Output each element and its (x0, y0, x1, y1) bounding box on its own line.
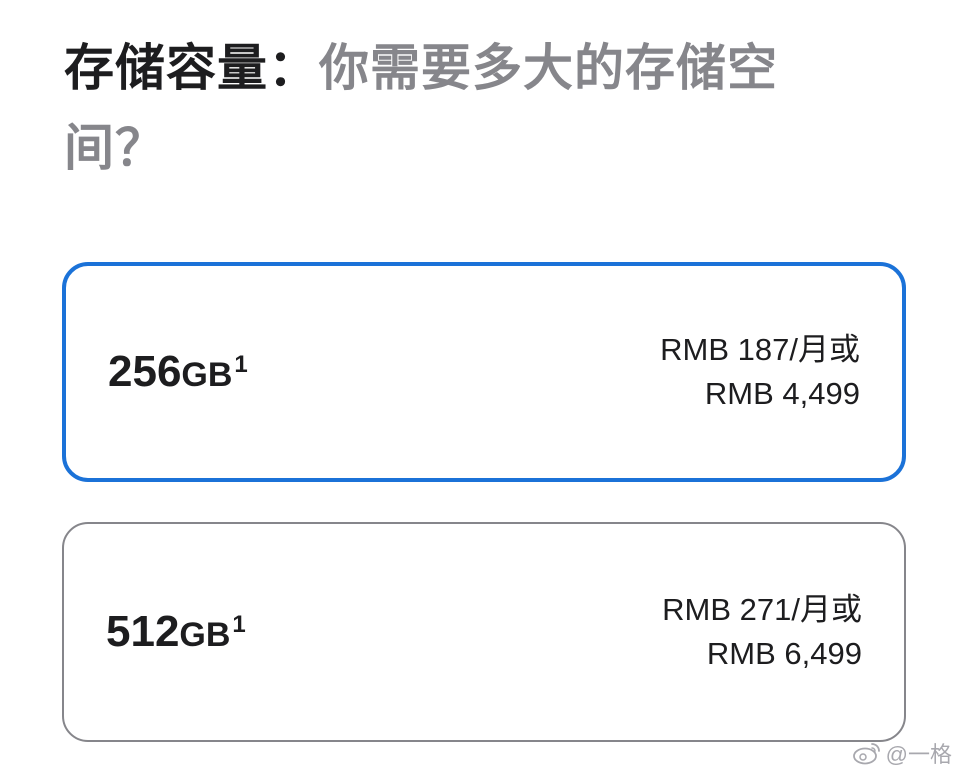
price-block: RMB 187/月或 RMB 4,499 (660, 328, 860, 416)
capacity-number: 512 (106, 607, 180, 656)
capacity-number: 256 (108, 347, 182, 396)
price-monthly: RMB 187/月或 (660, 332, 860, 367)
capacity-unit: GB (179, 616, 231, 654)
watermark-text: @一格 (885, 742, 952, 767)
price-block: RMB 271/月或 RMB 6,499 (662, 588, 862, 676)
capacity-label: 512GB1 (106, 607, 246, 657)
storage-option-512gb[interactable]: 512GB1 RMB 271/月或 RMB 6,499 (62, 522, 906, 742)
watermark: @一格 (852, 737, 952, 769)
price-full: RMB 6,499 (706, 636, 862, 671)
weibo-icon (852, 741, 882, 765)
capacity-label: 256GB1 (108, 347, 248, 397)
footnote-marker: 1 (234, 351, 248, 378)
title-label: 存储容量： (64, 40, 319, 96)
storage-option-256gb[interactable]: 256GB1 RMB 187/月或 RMB 4,499 (62, 262, 906, 482)
price-full: RMB 4,499 (704, 376, 860, 411)
footnote-marker: 1 (232, 611, 246, 638)
price-monthly: RMB 271/月或 (662, 592, 862, 627)
page-title: 存储容量：你需要多大的存储空间？ (64, 28, 854, 188)
capacity-unit: GB (181, 356, 233, 394)
